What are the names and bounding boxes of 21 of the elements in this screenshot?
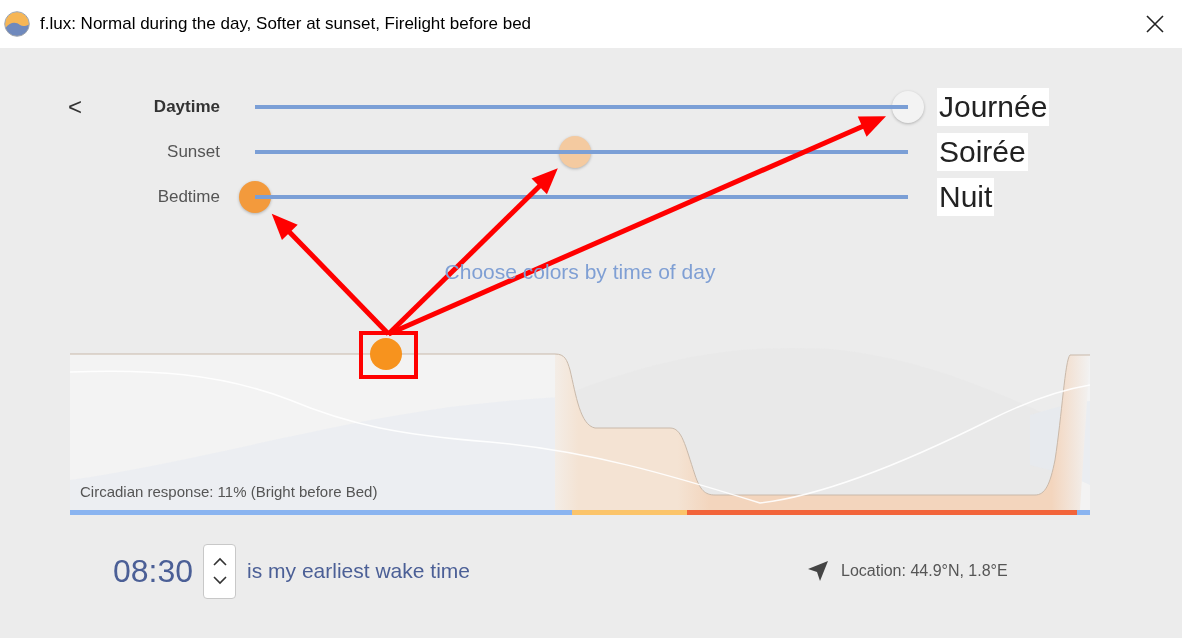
close-icon [1146, 15, 1164, 33]
annotation-label: Nuit [937, 177, 995, 216]
wake-time-value: 08:30 [113, 555, 194, 587]
back-button[interactable]: < [64, 94, 86, 119]
slider-thumb[interactable] [892, 90, 924, 123]
spin-down-button[interactable] [212, 576, 227, 585]
slider-thumb[interactable] [239, 180, 271, 213]
wake-time-label: is my earliest wake time [247, 558, 470, 585]
slider-label: Sunset [166, 140, 220, 163]
chevron-down-icon [212, 576, 227, 585]
annotation-label: Soirée [937, 132, 1028, 171]
slider-label: Daytime [152, 95, 220, 118]
spin-up-button[interactable] [212, 557, 227, 566]
app-logo-icon [4, 11, 30, 37]
annotation-label: Journée [937, 87, 1050, 126]
chevron-up-icon [212, 557, 227, 566]
location-arrow-icon [808, 561, 828, 581]
window-title: f.lux: Normal during the day, Softer at sunset, Firelight before bed [40, 13, 532, 36]
location-text: Location: 44.9°N, 1.8°E [841, 561, 1008, 581]
slider-thumb[interactable] [558, 135, 591, 168]
slider-label: Bedtime [156, 185, 220, 208]
